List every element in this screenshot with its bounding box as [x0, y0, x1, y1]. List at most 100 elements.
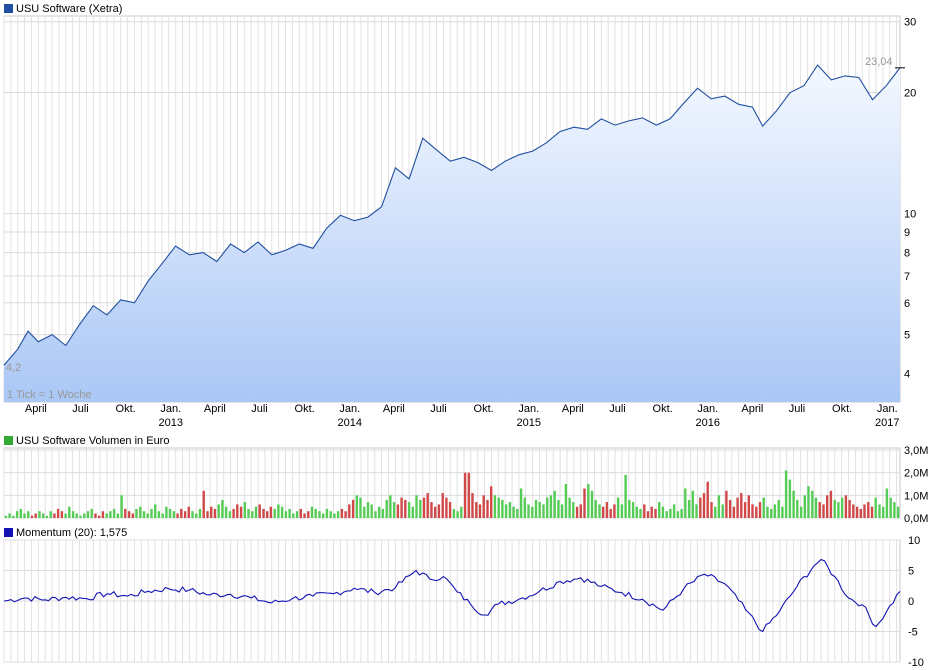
- volume-panel-title: USU Software Volumen in Euro: [16, 435, 169, 447]
- volume-bar: [542, 504, 545, 518]
- volume-bar: [116, 513, 120, 518]
- volume-bar: [717, 495, 721, 518]
- volume-bar: [840, 497, 844, 518]
- volume-bar: [191, 511, 194, 518]
- volume-bar: [575, 506, 579, 518]
- momentum-legend-swatch: [4, 528, 13, 537]
- volume-bar: [127, 511, 131, 518]
- volume-bar: [859, 508, 862, 518]
- volume-bar: [564, 484, 568, 518]
- volume-bar: [366, 502, 370, 518]
- volume-plot: [3, 447, 901, 519]
- volume-bar: [672, 504, 676, 518]
- volume-bar: [34, 513, 37, 518]
- volume-bar: [814, 497, 818, 518]
- volume-bar: [602, 506, 605, 518]
- volume-bar: [523, 497, 526, 518]
- month-label: April: [741, 403, 763, 415]
- volume-bar: [378, 506, 381, 518]
- volume-bar: [568, 497, 571, 518]
- volume-bar: [112, 508, 116, 518]
- year-label: 2014: [338, 417, 362, 429]
- volume-bar: [706, 481, 709, 518]
- volume-bar: [187, 506, 190, 518]
- volume-bar: [654, 508, 657, 518]
- volume-bar: [456, 511, 459, 518]
- volume-bar: [822, 504, 825, 518]
- momentum-plot: [3, 539, 901, 663]
- year-label: 2016: [696, 417, 720, 429]
- volume-bar: [180, 508, 183, 518]
- volume-bar: [430, 502, 433, 518]
- last-price-label: 23,04: [865, 56, 893, 68]
- volume-bar: [616, 497, 620, 518]
- volume-bar: [598, 504, 601, 518]
- volume-bar: [68, 506, 71, 518]
- volume-bar: [855, 506, 859, 518]
- volume-bar: [896, 506, 900, 518]
- month-label: Okt.: [474, 403, 494, 415]
- volume-bar: [340, 508, 344, 518]
- volume-bar: [740, 493, 743, 518]
- volume-bar: [848, 499, 851, 518]
- volume-bar: [852, 504, 855, 518]
- volume-bar: [154, 504, 157, 518]
- volume-bar: [64, 513, 67, 518]
- month-label: Jan.: [697, 403, 718, 415]
- volume-bar: [266, 511, 269, 518]
- volume-bar: [168, 508, 172, 518]
- month-label: Okt.: [116, 403, 136, 415]
- volume-bar: [728, 499, 732, 518]
- volume-bar: [236, 504, 239, 518]
- volume-tick-label: 0,0M: [904, 513, 928, 525]
- volume-bar: [120, 495, 123, 518]
- volume-bar: [475, 502, 478, 518]
- price-tick-label: 20: [904, 88, 916, 100]
- volume-bar: [482, 495, 485, 518]
- volume-bar: [109, 511, 112, 518]
- volume-bar: [228, 511, 232, 518]
- volume-bar: [818, 502, 821, 518]
- volume-bar: [359, 497, 362, 518]
- volume-bar: [837, 502, 840, 518]
- volume-bar: [590, 490, 594, 518]
- volume-bar: [370, 504, 373, 518]
- volume-bar: [292, 513, 295, 518]
- volume-bar: [572, 502, 575, 518]
- volume-bar: [560, 504, 564, 518]
- volume-bar: [445, 497, 448, 518]
- volume-bar: [157, 511, 161, 518]
- volume-bar: [15, 511, 19, 518]
- volume-bar: [363, 506, 366, 518]
- volume-bar: [75, 513, 78, 518]
- volume-bar: [71, 511, 75, 518]
- volume-bar: [549, 495, 553, 518]
- price-plot: 4,2 23,04 1 Tick = 1 Woche: [3, 15, 905, 403]
- volume-bar: [493, 495, 497, 518]
- volume-bar: [277, 504, 280, 518]
- volume-bar: [53, 513, 56, 518]
- volume-bar: [807, 486, 810, 518]
- volume-bar: [251, 511, 254, 518]
- volume-bar: [258, 504, 261, 518]
- volume-bar: [676, 511, 680, 518]
- month-label: Okt.: [832, 403, 852, 415]
- volume-bar: [777, 499, 780, 518]
- volume-tick-label: 2,0M: [904, 468, 928, 480]
- volume-bar: [12, 515, 15, 518]
- volume-bar: [146, 513, 149, 518]
- volume-bar: [217, 504, 220, 518]
- volume-bar: [762, 497, 765, 518]
- volume-bar: [471, 493, 474, 518]
- volume-bar: [504, 504, 508, 518]
- volume-bar: [613, 504, 616, 518]
- momentum-tick-label: -10: [908, 657, 924, 669]
- volume-bar: [893, 502, 896, 518]
- volume-bar: [322, 513, 325, 518]
- volume-bar: [609, 508, 612, 518]
- volume-bar: [351, 499, 355, 518]
- volume-bar: [404, 499, 407, 518]
- month-label: Jan.: [339, 403, 360, 415]
- volume-bar: [687, 499, 691, 518]
- price-tick-label: 9: [904, 227, 910, 239]
